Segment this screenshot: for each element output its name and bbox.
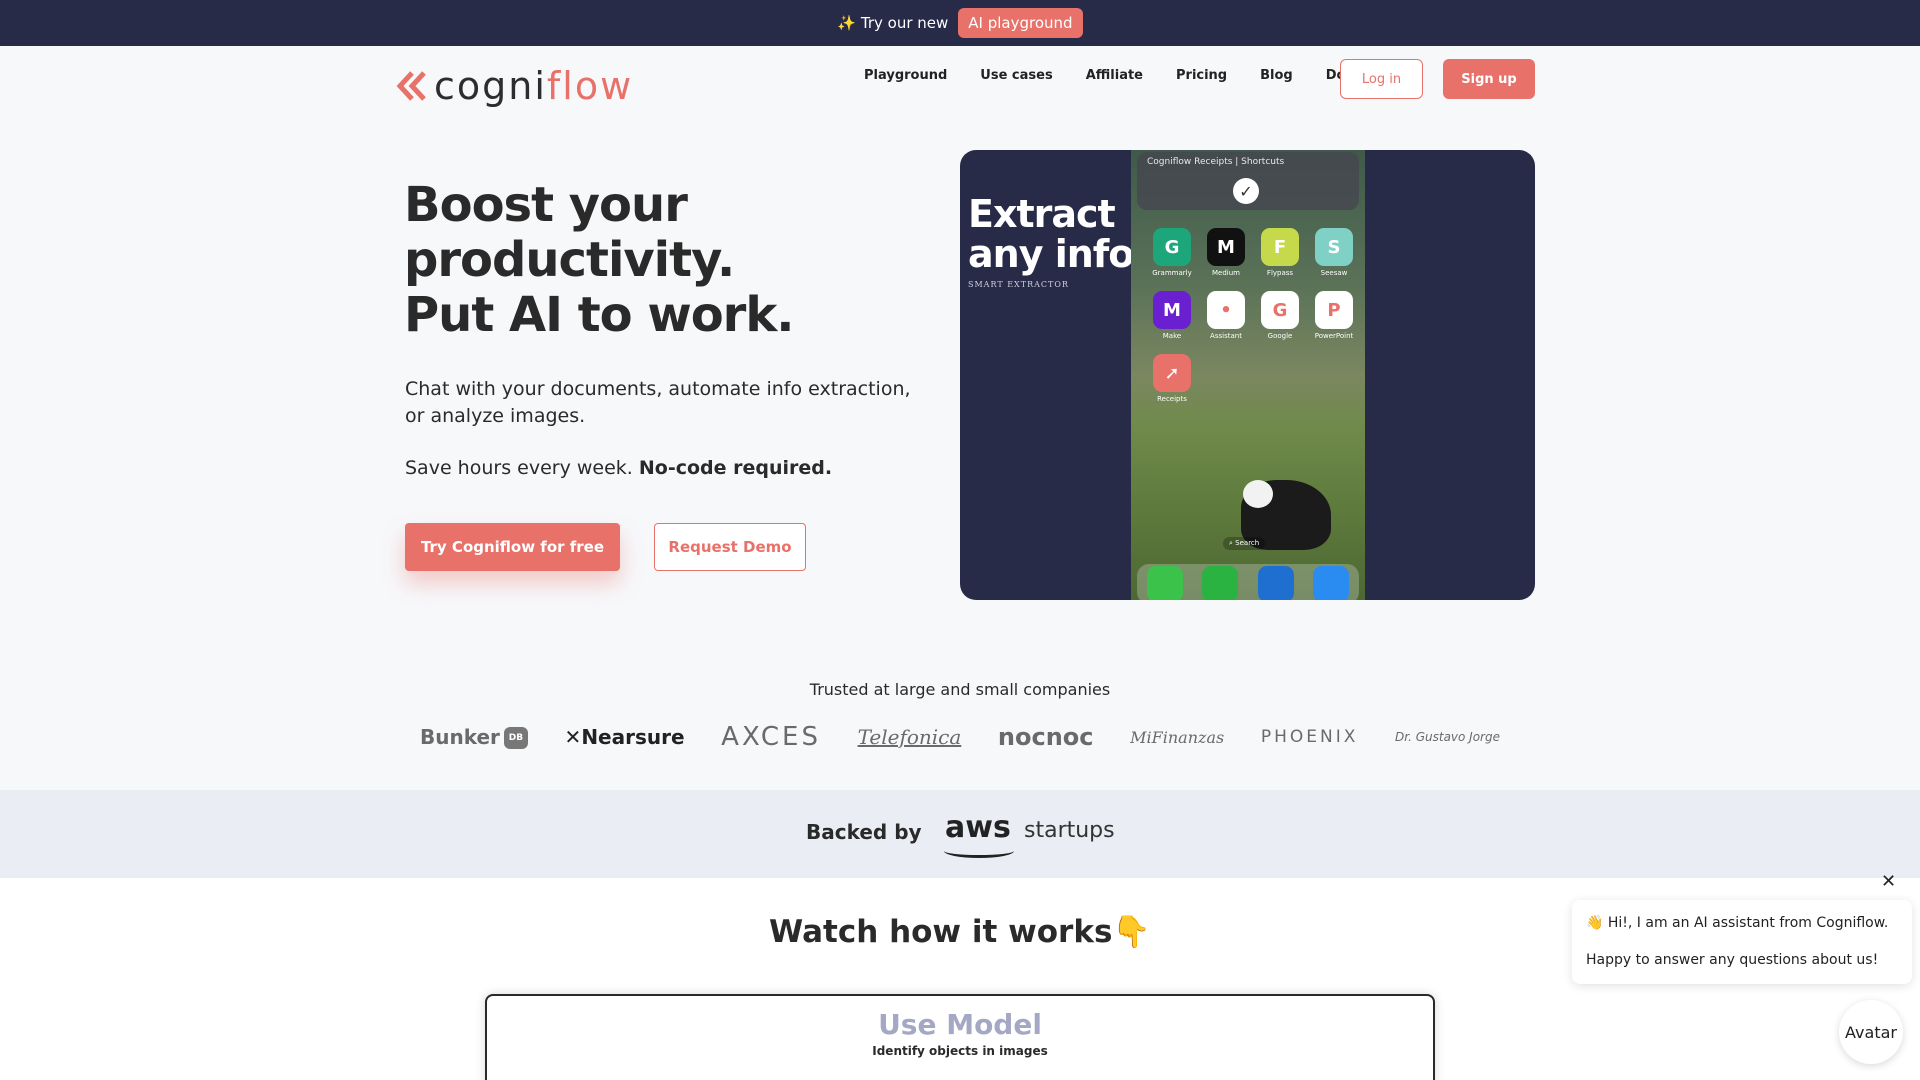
logo-telefonica: Telefonica: [857, 725, 962, 749]
media-subtitle: SMART EXTRACTOR: [968, 280, 1069, 289]
phone-icon: [1146, 566, 1183, 600]
logo-mifinanzas: MiFinanzas: [1130, 727, 1225, 747]
media-title: Extract any info: [968, 192, 1134, 276]
app-icon-flypass: F Flypass: [1253, 228, 1307, 277]
aws-logo: aws: [945, 810, 1011, 845]
nav-use-cases[interactable]: Use cases: [980, 68, 1052, 83]
app-label: Google: [1267, 332, 1293, 340]
phone-dock: [1137, 564, 1359, 600]
app-icon-grammarly: G Grammarly: [1145, 228, 1199, 277]
shortcut-notification: Cogniflow Receipts | Shortcuts ✓: [1137, 152, 1359, 210]
logo-nearsure: ✕Nearsure: [564, 725, 685, 749]
logo-dr-gustavo: Dr. Gustavo Jorge: [1395, 730, 1500, 744]
google-icon: G: [1261, 291, 1299, 329]
announcement-text: ✨ Try our new: [837, 14, 949, 32]
receipts-icon: ➚: [1153, 354, 1191, 392]
powerpoint-icon: P: [1315, 291, 1353, 329]
hero-description: Chat with your documents, automate info …: [405, 378, 911, 427]
login-button[interactable]: Log in: [1340, 59, 1423, 99]
hero-media[interactable]: Extract any info SMART EXTRACTOR Cognifl…: [960, 150, 1535, 600]
hero-title-line: Boost your: [404, 177, 688, 233]
media-title-line: Extract: [968, 192, 1116, 236]
chat-line: 👋 Hi!, I am an AI assistant from Cognifl…: [1586, 915, 1889, 931]
app-icon-seesaw: S Seesaw: [1307, 228, 1361, 277]
dog-head: [1243, 480, 1273, 508]
app-label: Flypass: [1266, 269, 1294, 277]
seesaw-icon: S: [1315, 228, 1353, 266]
demo-video[interactable]: Use Model Identify objects in images: [485, 994, 1435, 1080]
save-text: Save hours every week.: [405, 457, 633, 479]
chat-avatar[interactable]: Avatar: [1839, 1000, 1903, 1064]
app-label: PowerPoint: [1314, 332, 1354, 340]
app-icon-google: G Google: [1253, 291, 1307, 340]
logo-bunker-badge: DB: [503, 727, 528, 750]
logo-phoenix: PHOENIX: [1260, 727, 1359, 747]
logo-accent: flow: [546, 64, 634, 108]
trusted-heading: Trusted at large and small companies: [809, 680, 1111, 699]
grammarly-icon: G: [1153, 228, 1191, 266]
video-subtitle: Identify objects in images: [872, 1044, 1048, 1058]
app-icon-assistant: • Assistant: [1199, 291, 1253, 340]
logo-bunker: Bunker DB: [420, 725, 528, 750]
app-label: Medium: [1212, 269, 1240, 277]
app-label: Make: [1162, 332, 1182, 340]
logo-chevron-icon: [396, 71, 426, 101]
logo-nearsure-text: Nearsure: [581, 725, 685, 749]
hero-title-line: productivity.: [404, 232, 735, 288]
nav-affiliate[interactable]: Affiliate: [1086, 68, 1143, 83]
app-label: Receipts: [1157, 395, 1187, 403]
app-icon-receipts: ➚ Receipts: [1145, 354, 1199, 403]
video-title: Use Model: [878, 1008, 1042, 1041]
assistant-icon: •: [1207, 291, 1245, 329]
app-label: Grammarly: [1152, 269, 1192, 277]
notification-text: Cogniflow Receipts | Shortcuts: [1147, 157, 1285, 167]
signup-button[interactable]: Sign up: [1443, 59, 1535, 99]
medium-icon: M: [1207, 228, 1245, 266]
search-chip: ⌕ Search: [1223, 537, 1266, 550]
logo-prefix: cogni: [434, 64, 547, 108]
nav-pricing[interactable]: Pricing: [1176, 68, 1227, 83]
try-free-button[interactable]: Try Cogniflow for free: [405, 523, 620, 571]
ai-playground-link[interactable]: AI playground: [958, 8, 1083, 38]
announcement-bar: ✨ Try our new AI playground: [0, 0, 1920, 46]
logo-axces: AXCES: [721, 722, 821, 752]
hero-title-line: Put AI to work.: [404, 287, 795, 343]
request-demo-button[interactable]: Request Demo: [654, 523, 806, 571]
app-icon-powerpoint: P PowerPoint: [1307, 291, 1361, 340]
hero-save-line: Save hours every week. No-code required.: [405, 457, 832, 479]
app-icon-make: M Make: [1145, 291, 1199, 340]
chat-close-button[interactable]: ✕: [1881, 871, 1896, 892]
app-icon-medium: M Medium: [1199, 228, 1253, 277]
phone-screen: Cogniflow Receipts | Shortcuts ✓ G Gramma…: [1131, 150, 1365, 600]
flypass-icon: F: [1261, 228, 1299, 266]
save-bold: No-code required.: [638, 457, 833, 479]
logo-bunker-text: Bunker: [420, 724, 500, 749]
whatsapp-icon: [1202, 566, 1239, 600]
app-label: Assistant: [1210, 332, 1242, 340]
check-icon: ✓: [1233, 178, 1259, 204]
main-nav: Playground Use cases Affiliate Pricing B…: [864, 68, 1361, 83]
logo-nocnoc: nocnoc: [997, 723, 1094, 751]
app-grid: G Grammarly M Medium F Flypass S Seesaw M Make • As…: [1145, 228, 1355, 403]
nav-blog[interactable]: Blog: [1260, 68, 1293, 83]
make-icon: M: [1153, 291, 1191, 329]
app-label: Seesaw: [1320, 269, 1348, 277]
nav-playground[interactable]: Playground: [864, 68, 947, 83]
cogniflow-logo[interactable]: cogniflow: [396, 64, 633, 108]
aws-smile-icon: [944, 844, 1014, 858]
chat-line: Happy to answer any questions about us!: [1586, 952, 1879, 968]
chat-bubble[interactable]: 👋 Hi!, I am an AI assistant from Cognifl…: [1572, 900, 1912, 984]
search-label: Search: [1235, 539, 1260, 547]
backed-label: Backed by: [806, 820, 922, 844]
media-title-line: any info: [968, 232, 1134, 276]
company-logos: Bunker DB ✕Nearsure AXCES Telefonica nocn…: [420, 717, 1500, 757]
aws-startups-text: startups: [1024, 818, 1115, 843]
safari-icon: [1313, 566, 1350, 600]
hero-title: Boost your productivity. Put AI to work.: [404, 177, 795, 343]
logo-text: cogniflow: [434, 64, 633, 108]
outlook-icon: [1257, 566, 1294, 600]
